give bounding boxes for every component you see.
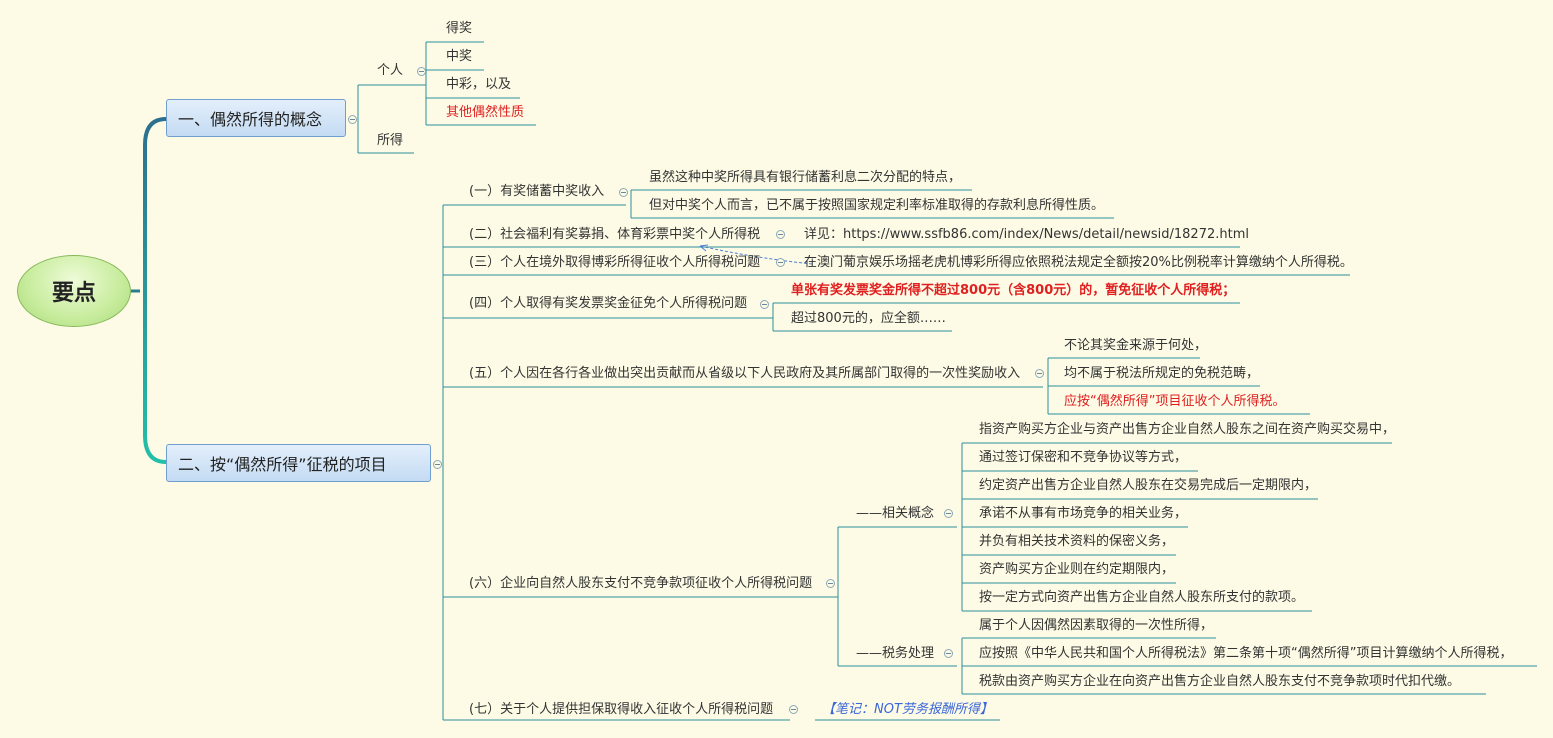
detail-item[interactable]: 单张有奖发票奖金所得不超过800元（含800元）的，暂免征收个人所得税； <box>791 283 1235 299</box>
detail-item[interactable]: 应按“偶然所得”项目征收个人所得税。 <box>1064 394 1285 410</box>
subtopic-7[interactable]: (七）关于个人提供担保取得收入征收个人所得税问题 <box>469 702 773 718</box>
concept-item[interactable]: 指资产购买方企业与资产出售方企业自然人股东之间在资产购买交易中， <box>979 422 1395 438</box>
collapse-icon[interactable] <box>417 67 426 76</box>
collapse-icon[interactable] <box>433 460 442 469</box>
subtopic-5[interactable]: (五）个人因在各行各业做出突出贡献而从省级以下人民政府及其所属部门取得的一次性奖… <box>469 366 1020 382</box>
concept-item[interactable]: 并负有相关技术资料的保密义务， <box>979 534 1174 550</box>
detail-item[interactable]: 虽然这种中奖所得具有银行储蓄利息二次分配的特点， <box>649 170 961 186</box>
concept-item[interactable]: 资产购买方企业则在约定期限内， <box>979 562 1174 578</box>
detail-item[interactable]: 详见：https://www.ssfb86.com/index/News/det… <box>804 227 1249 243</box>
main-topic-concept[interactable]: 一、偶然所得的概念 <box>166 99 346 137</box>
collapse-icon[interactable] <box>944 649 953 658</box>
root-topic[interactable]: 要点 <box>17 255 131 327</box>
concept-item[interactable]: 承诺不从事有市场竞争的相关业务， <box>979 506 1187 522</box>
subtopic-3[interactable]: (三）个人在境外取得博彩所得征收个人所得税问题 <box>469 255 760 271</box>
detail-item[interactable]: 超过800元的，应全额…… <box>791 311 946 327</box>
topic-concept[interactable]: ——相关概念 <box>856 506 934 522</box>
collapse-icon[interactable] <box>760 300 769 309</box>
topic-item[interactable]: 其他偶然性质 <box>446 105 524 121</box>
concept-item[interactable]: 通过签订保密和不竞争协议等方式， <box>979 450 1187 466</box>
collapse-icon[interactable] <box>944 509 953 518</box>
topic-item[interactable]: 中彩，以及 <box>446 77 511 93</box>
collapse-icon[interactable] <box>789 705 798 714</box>
topic-tax[interactable]: ——税务处理 <box>856 646 934 662</box>
concept-item[interactable]: 按一定方式向资产出售方企业自然人股东所支付的款项。 <box>979 590 1304 606</box>
collapse-icon[interactable] <box>348 115 357 124</box>
detail-item[interactable]: 在澳门葡京娱乐场摇老虎机博彩所得应依照税法规定全额按20%比例税率计算缴纳个人所… <box>804 255 1353 271</box>
main-topic-items[interactable]: 二、按“偶然所得”征税的项目 <box>166 444 431 482</box>
concept-item[interactable]: 约定资产出售方企业自然人股东在交易完成后一定期限内， <box>979 478 1317 494</box>
subtopic-6[interactable]: (六）企业向自然人股东支付不竞争款项征收个人所得税问题 <box>469 576 812 592</box>
tax-item[interactable]: 应按照《中华人民共和国个人所得税法》第二条第十项“偶然所得”项目计算缴纳个人所得… <box>979 646 1512 662</box>
collapse-icon[interactable] <box>1035 369 1044 378</box>
collapse-icon[interactable] <box>826 579 835 588</box>
detail-item[interactable]: 均不属于税法所规定的免税范畴， <box>1064 366 1259 382</box>
collapse-icon[interactable] <box>776 230 785 239</box>
tax-item[interactable]: 税款由资产购买方企业在向资产出售方企业自然人股东支付不竞争款项时代扣代缴。 <box>979 674 1460 690</box>
tax-item[interactable]: 属于个人因偶然因素取得的一次性所得， <box>979 618 1213 634</box>
collapse-icon[interactable] <box>619 188 628 197</box>
topic-item[interactable]: 中奖 <box>446 49 472 65</box>
topic-item[interactable]: 得奖 <box>446 21 472 37</box>
note-label[interactable]: 【笔记：NOT劳务报酬所得】 <box>822 702 993 718</box>
collapse-icon[interactable] <box>776 258 785 267</box>
subtopic-1[interactable]: (一）有奖储蓄中奖收入 <box>469 184 604 200</box>
topic-suode[interactable]: 所得 <box>377 133 403 149</box>
detail-item[interactable]: 不论其奖金来源于何处， <box>1064 338 1207 354</box>
detail-item[interactable]: 但对中奖个人而言，已不属于按照国家规定利率标准取得的存款利息所得性质。 <box>649 198 1104 214</box>
subtopic-2[interactable]: (二）社会福利有奖募捐、体育彩票中奖个人所得税 <box>469 227 760 243</box>
topic-geren[interactable]: 个人 <box>377 63 403 79</box>
subtopic-4[interactable]: (四）个人取得有奖发票奖金征免个人所得税问题 <box>469 296 747 312</box>
